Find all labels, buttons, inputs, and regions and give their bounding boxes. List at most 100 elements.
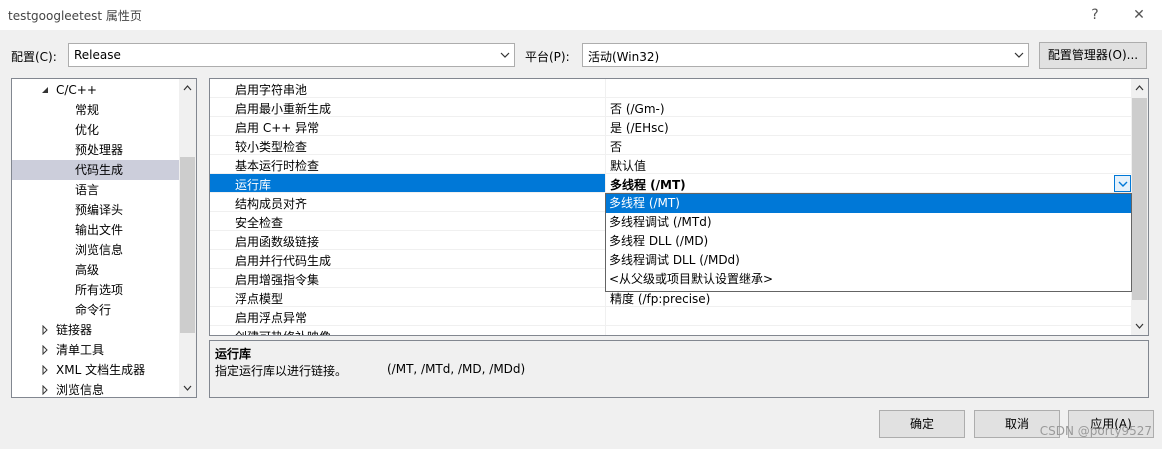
tree-item[interactable]: 所有选项 xyxy=(12,280,180,300)
window-title: testgoogleetest 属性页 xyxy=(8,9,142,23)
tree-item-label: 输出文件 xyxy=(75,223,124,237)
property-name: 结构成员对齐 xyxy=(235,197,308,211)
property-name: 基本运行时检查 xyxy=(235,159,320,173)
property-name: 创建可热修补映像 xyxy=(235,328,331,335)
collapsed-triangle-icon[interactable] xyxy=(40,325,50,335)
tree-item[interactable]: 浏览信息 xyxy=(12,380,180,397)
property-row[interactable]: 运行库 多线程 (/MT) xyxy=(210,174,1132,193)
property-name: 安全检查 xyxy=(235,216,284,230)
property-name: 运行库 xyxy=(235,178,272,192)
tree-item-label: 代码生成 xyxy=(75,163,124,177)
tree-item[interactable]: 预编译头 xyxy=(12,200,180,220)
property-row[interactable]: 启用字符串池 xyxy=(210,79,1132,98)
dropdown-option[interactable]: <从父级或项目默认设置继承> xyxy=(606,270,1131,289)
runtime-dropdown-list[interactable]: 多线程 (/MT) 多线程调试 (/MTd) 多线程 DLL (/MD) 多线程调试 … xyxy=(605,193,1132,292)
config-select[interactable]: Release xyxy=(68,43,515,67)
tree-item[interactable]: 语言 xyxy=(12,180,180,200)
property-row[interactable]: 较小类型检查 否 xyxy=(210,136,1132,155)
property-name-cell[interactable]: 启用最小重新生成 xyxy=(210,98,606,117)
chevron-down-icon[interactable] xyxy=(183,384,192,392)
chevron-up-icon[interactable] xyxy=(183,84,192,92)
chevron-down-icon xyxy=(1118,181,1128,187)
dropdown-option[interactable]: 多线程 DLL (/MD) xyxy=(606,232,1131,251)
property-name-cell[interactable]: 启用函数级链接 xyxy=(210,231,606,250)
tree-item[interactable]: 优化 xyxy=(12,120,180,140)
property-name: 启用字符串池 xyxy=(235,83,308,97)
property-name-cell[interactable]: 安全检查 xyxy=(210,212,606,231)
tree-item[interactable]: 清单工具 xyxy=(12,340,180,360)
tree-item-label: 所有选项 xyxy=(75,283,124,297)
dropdown-option[interactable]: 多线程调试 DLL (/MDd) xyxy=(606,251,1131,270)
close-button[interactable]: ✕ xyxy=(1127,4,1151,26)
config-label: 配置(C): xyxy=(11,50,57,64)
property-value-cell[interactable]: 多线程 (/MT) xyxy=(606,174,1132,193)
property-value-cell[interactable] xyxy=(606,79,1132,98)
property-value-cell[interactable]: 否 xyxy=(606,136,1132,155)
property-name-cell[interactable]: 启用 C++ 异常 xyxy=(210,117,606,136)
property-name-cell[interactable]: 基本运行时检查 xyxy=(210,155,606,174)
tree-item[interactable]: 高级 xyxy=(12,260,180,280)
property-name-cell[interactable]: 结构成员对齐 xyxy=(210,193,606,212)
tree-item[interactable]: 命令行 xyxy=(12,300,180,320)
property-row[interactable]: 启用 C++ 异常 是 (/EHsc) xyxy=(210,117,1132,136)
property-row[interactable]: 启用浮点异常 xyxy=(210,307,1132,326)
property-row[interactable]: 基本运行时检查 默认值 xyxy=(210,155,1132,174)
dropdown-option[interactable]: 多线程调试 (/MTd) xyxy=(606,213,1131,232)
runtime-dropdown-button[interactable] xyxy=(1114,175,1131,192)
property-value: 否 xyxy=(610,140,623,154)
config-manager-button[interactable]: 配置管理器(O)... xyxy=(1039,42,1147,69)
property-name-cell[interactable]: 启用增强指令集 xyxy=(210,269,606,288)
help-button[interactable]: ? xyxy=(1083,4,1107,26)
tree-item[interactable]: 浏览信息 xyxy=(12,240,180,260)
tree-item-label: 清单工具 xyxy=(56,343,105,357)
description-title: 运行库 xyxy=(215,347,252,361)
tree-item[interactable]: C/C++ xyxy=(12,80,180,100)
ok-button[interactable]: 确定 xyxy=(879,410,965,438)
property-value-cell[interactable]: 是 (/EHsc) xyxy=(606,117,1132,136)
grid-scrollbar[interactable] xyxy=(1131,79,1148,335)
collapsed-triangle-icon[interactable] xyxy=(40,365,50,375)
collapsed-triangle-icon[interactable] xyxy=(40,385,50,395)
dropdown-option[interactable]: 多线程 (/MT) xyxy=(606,194,1131,213)
property-value-cell[interactable] xyxy=(606,326,1132,335)
property-value: 是 (/EHsc) xyxy=(610,121,669,135)
grid-scroll-thumb[interactable] xyxy=(1132,98,1147,300)
tree-item[interactable]: XML 文档生成器 xyxy=(12,360,180,380)
tree-item[interactable]: 链接器 xyxy=(12,320,180,340)
property-value-cell[interactable] xyxy=(606,307,1132,326)
property-name-cell[interactable]: 启用并行代码生成 xyxy=(210,250,606,269)
property-name: 启用增强指令集 xyxy=(235,273,320,287)
tree-item-label: 浏览信息 xyxy=(75,243,124,257)
property-row[interactable]: 启用最小重新生成 否 (/Gm-) xyxy=(210,98,1132,117)
tree-scrollbar[interactable] xyxy=(179,79,196,397)
tree-scroll-thumb[interactable] xyxy=(180,157,195,333)
property-value-cell[interactable]: 否 (/Gm-) xyxy=(606,98,1132,117)
platform-select[interactable]: 活动(Win32) xyxy=(582,43,1029,67)
property-value-cell[interactable]: 默认值 xyxy=(606,155,1132,174)
property-name-cell[interactable]: 启用浮点异常 xyxy=(210,307,606,326)
property-name: 启用最小重新生成 xyxy=(235,102,332,116)
tree-item-label: 命令行 xyxy=(75,303,112,317)
collapsed-triangle-icon[interactable] xyxy=(40,345,50,355)
description-flags: (/MT, /MTd, /MD, /MDd) xyxy=(387,362,526,376)
platform-label: 平台(P): xyxy=(525,50,570,64)
tree-item-label: C/C++ xyxy=(56,83,97,97)
property-name-cell[interactable]: 较小类型检查 xyxy=(210,136,606,155)
tree-item[interactable]: 输出文件 xyxy=(12,220,180,240)
chevron-up-icon[interactable] xyxy=(1135,84,1144,92)
property-name-cell[interactable]: 启用字符串池 xyxy=(210,79,606,98)
property-name-cell[interactable]: 运行库 xyxy=(210,174,606,193)
tree-item[interactable]: 代码生成 xyxy=(12,160,180,180)
tree-item-label: 链接器 xyxy=(56,323,93,337)
tree-item[interactable]: 常规 xyxy=(12,100,180,120)
property-name: 启用函数级链接 xyxy=(235,235,320,249)
chevron-down-icon[interactable] xyxy=(1135,322,1144,330)
tree-item[interactable]: 预处理器 xyxy=(12,140,180,160)
expanded-triangle-icon[interactable] xyxy=(40,85,50,95)
chevron-down-icon xyxy=(1014,52,1024,58)
property-name-cell[interactable]: 浮点模型 xyxy=(210,288,606,307)
property-tree[interactable]: C/C++ 常规 优化 预处理器 代码生成 语言 预编译头 输出文件 浏览信息 高级 所有选项 命令行… xyxy=(11,78,197,398)
property-name-cell[interactable]: 创建可热修补映像 xyxy=(210,326,606,335)
property-row[interactable]: 创建可热修补映像 xyxy=(210,326,1132,335)
property-value: 默认值 xyxy=(610,159,647,173)
